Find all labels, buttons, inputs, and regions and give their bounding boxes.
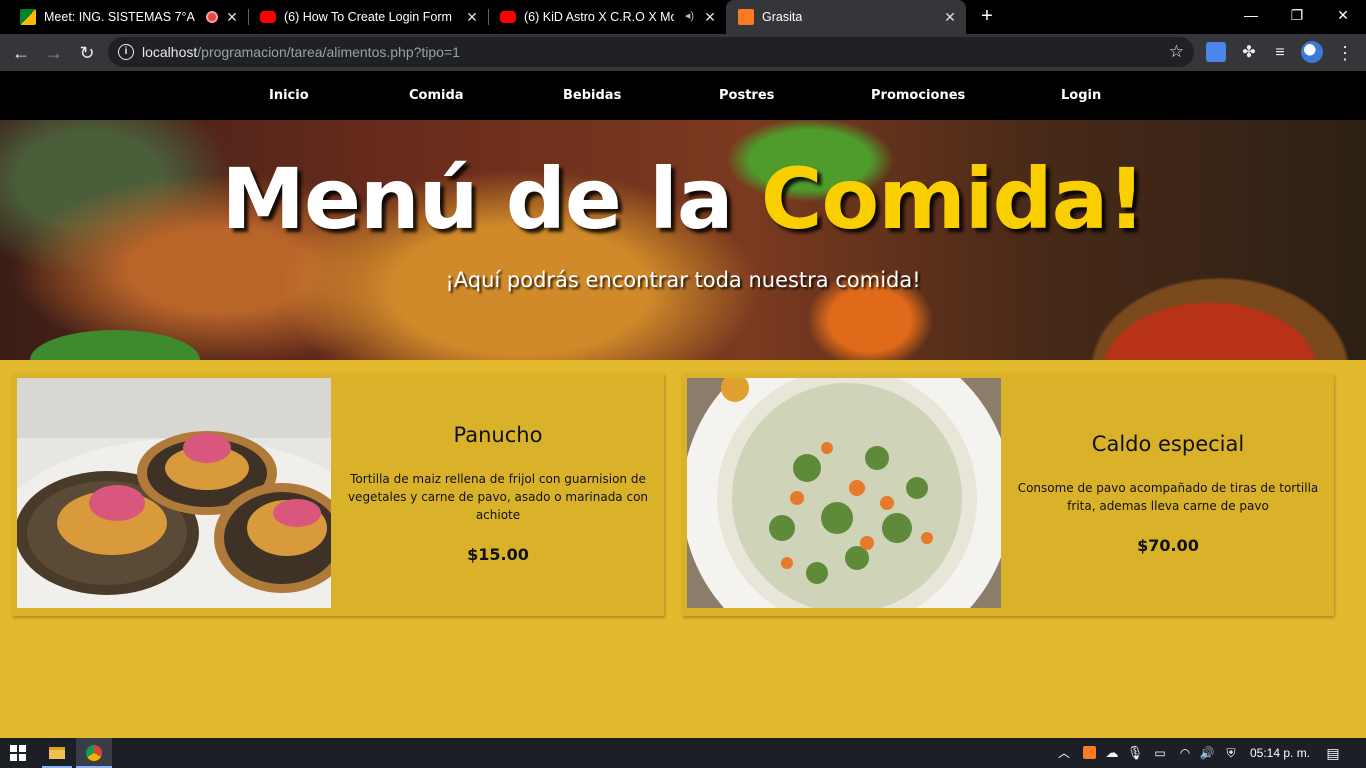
page-title-main: Menú de la [221,150,761,248]
wifi-icon[interactable]: ◠ [1176,738,1194,768]
nav-item-login[interactable]: Login [1061,88,1101,103]
taskbar-clock[interactable]: 05:14 p. m. [1250,746,1310,760]
page-title: Menú de la Comida! [0,144,1366,254]
product-image-panucho [17,378,331,608]
product-price: $15.00 [467,545,529,564]
show-hidden-icons[interactable]: ︿ [1055,738,1073,768]
nav-item-postres[interactable]: Postres [719,88,774,103]
product-name: Caldo especial [1091,432,1245,456]
windows-start-icon[interactable] [0,738,36,768]
file-explorer-icon[interactable] [42,738,72,768]
product-card-panucho[interactable]: Panucho Tortilla de maiz rellena de frij… [12,373,664,616]
notifications-icon[interactable]: ▤ [1322,738,1344,768]
onedrive-icon[interactable]: ☁ [1102,738,1122,768]
xampp-icon [738,9,754,25]
recording-icon [206,11,218,23]
xampp-tray-icon[interactable] [1080,738,1098,768]
url-text[interactable]: localhost/programacion/tarea/alimentos.p… [142,44,460,60]
volume-icon[interactable]: 🔊 [1198,738,1216,768]
battery-icon[interactable]: ▭ [1150,738,1170,768]
close-tab-icon[interactable]: ✕ [942,9,958,25]
product-description: Tortilla de maiz rellena de frijol con g… [347,472,649,522]
close-tab-icon[interactable]: ✕ [224,9,240,25]
tab-title: (6) KiD Astro X C.R.O X Moon [524,10,674,24]
tab-title: Meet: ING. SISTEMAS 7°A [44,10,195,24]
media-control-icon[interactable]: ≡ [1267,40,1293,66]
restore-button[interactable]: ❐ [1274,0,1320,30]
nav-item-bebidas[interactable]: Bebidas [563,88,621,103]
youtube-icon [500,11,516,23]
site-info-icon[interactable]: i [118,44,134,60]
microphone-icon[interactable]: 🎙 [1126,738,1144,768]
product-name: Panucho [453,423,543,447]
product-info: Panucho Tortilla de maiz rellena de frij… [337,373,659,616]
tab-grasita[interactable]: Grasita ✕ [726,0,966,34]
minimize-button[interactable]: — [1228,0,1274,30]
google-meet-icon [20,9,36,25]
tab-title: Grasita [762,10,803,24]
tab-meet[interactable]: Meet: ING. SISTEMAS 7°A ✕ [8,0,248,34]
audio-playing-icon[interactable]: ◂) [685,9,694,22]
product-price: $70.00 [1137,536,1199,555]
chrome-taskbar-icon[interactable] [76,738,112,768]
hero-food-image [30,330,200,360]
security-icon[interactable]: ⛨ [1222,738,1240,768]
forward-icon[interactable]: → [41,40,67,66]
nav-item-promociones[interactable]: Promociones [871,88,965,103]
close-tab-icon[interactable]: ✕ [702,9,718,25]
new-tab-button[interactable]: + [977,6,997,26]
back-icon[interactable]: ← [8,40,34,66]
address-bar[interactable]: i localhost/programacion/tarea/alimentos… [108,37,1194,67]
reload-icon[interactable]: ↻ [74,40,100,66]
url-host: localhost [142,44,198,60]
nav-item-comida[interactable]: Comida [409,88,464,103]
page-title-accent: Comida! [760,150,1146,248]
profile-avatar[interactable] [1301,41,1323,63]
page-subtitle: ¡Aquí podrás encontrar toda nuestra comi… [445,268,921,292]
tab-youtube-music[interactable]: (6) KiD Astro X C.R.O X Moon ◂) ✕ [488,0,726,34]
nav-item-inicio[interactable]: Inicio [269,88,309,103]
product-image-caldo-especial [687,378,1001,608]
browser-toolbar: ← → ↻ i localhost/programacion/tarea/ali… [0,34,1366,71]
google-translate-icon[interactable] [1206,42,1226,62]
product-description: Consome de pavo acompañado de tiras de t… [1017,481,1319,513]
browser-tab-strip: Meet: ING. SISTEMAS 7°A ✕ (6) How To Cre… [0,0,1366,34]
tab-title: (6) How To Create Login Form In [284,10,454,24]
youtube-icon [260,11,276,23]
bookmark-star-icon[interactable]: ☆ [1169,42,1184,62]
close-window-button[interactable]: ✕ [1320,0,1366,30]
extensions-puzzle-icon[interactable]: ✤ [1236,40,1262,66]
windows-taskbar: ︿ ☁ 🎙 ▭ ◠ 🔊 ⛨ 05:14 p. m. ▤ [0,738,1366,768]
tab-youtube-login-form[interactable]: (6) How To Create Login Form In ✕ [248,0,488,34]
site-nav-bar: Inicio Comida Bebidas Postres Promocione… [0,71,1366,120]
hero-banner: Menú de la Comida! ¡Aquí podrás encontra… [0,120,1366,360]
chrome-menu-icon[interactable]: ⋮ [1332,40,1358,66]
product-card-caldo-especial[interactable]: Caldo especial Consome de pavo acompañad… [682,373,1334,616]
url-path: /programacion/tarea/alimentos.php?tipo=1 [197,44,460,60]
product-info: Caldo especial Consome de pavo acompañad… [1007,373,1329,616]
close-tab-icon[interactable]: ✕ [464,9,480,25]
